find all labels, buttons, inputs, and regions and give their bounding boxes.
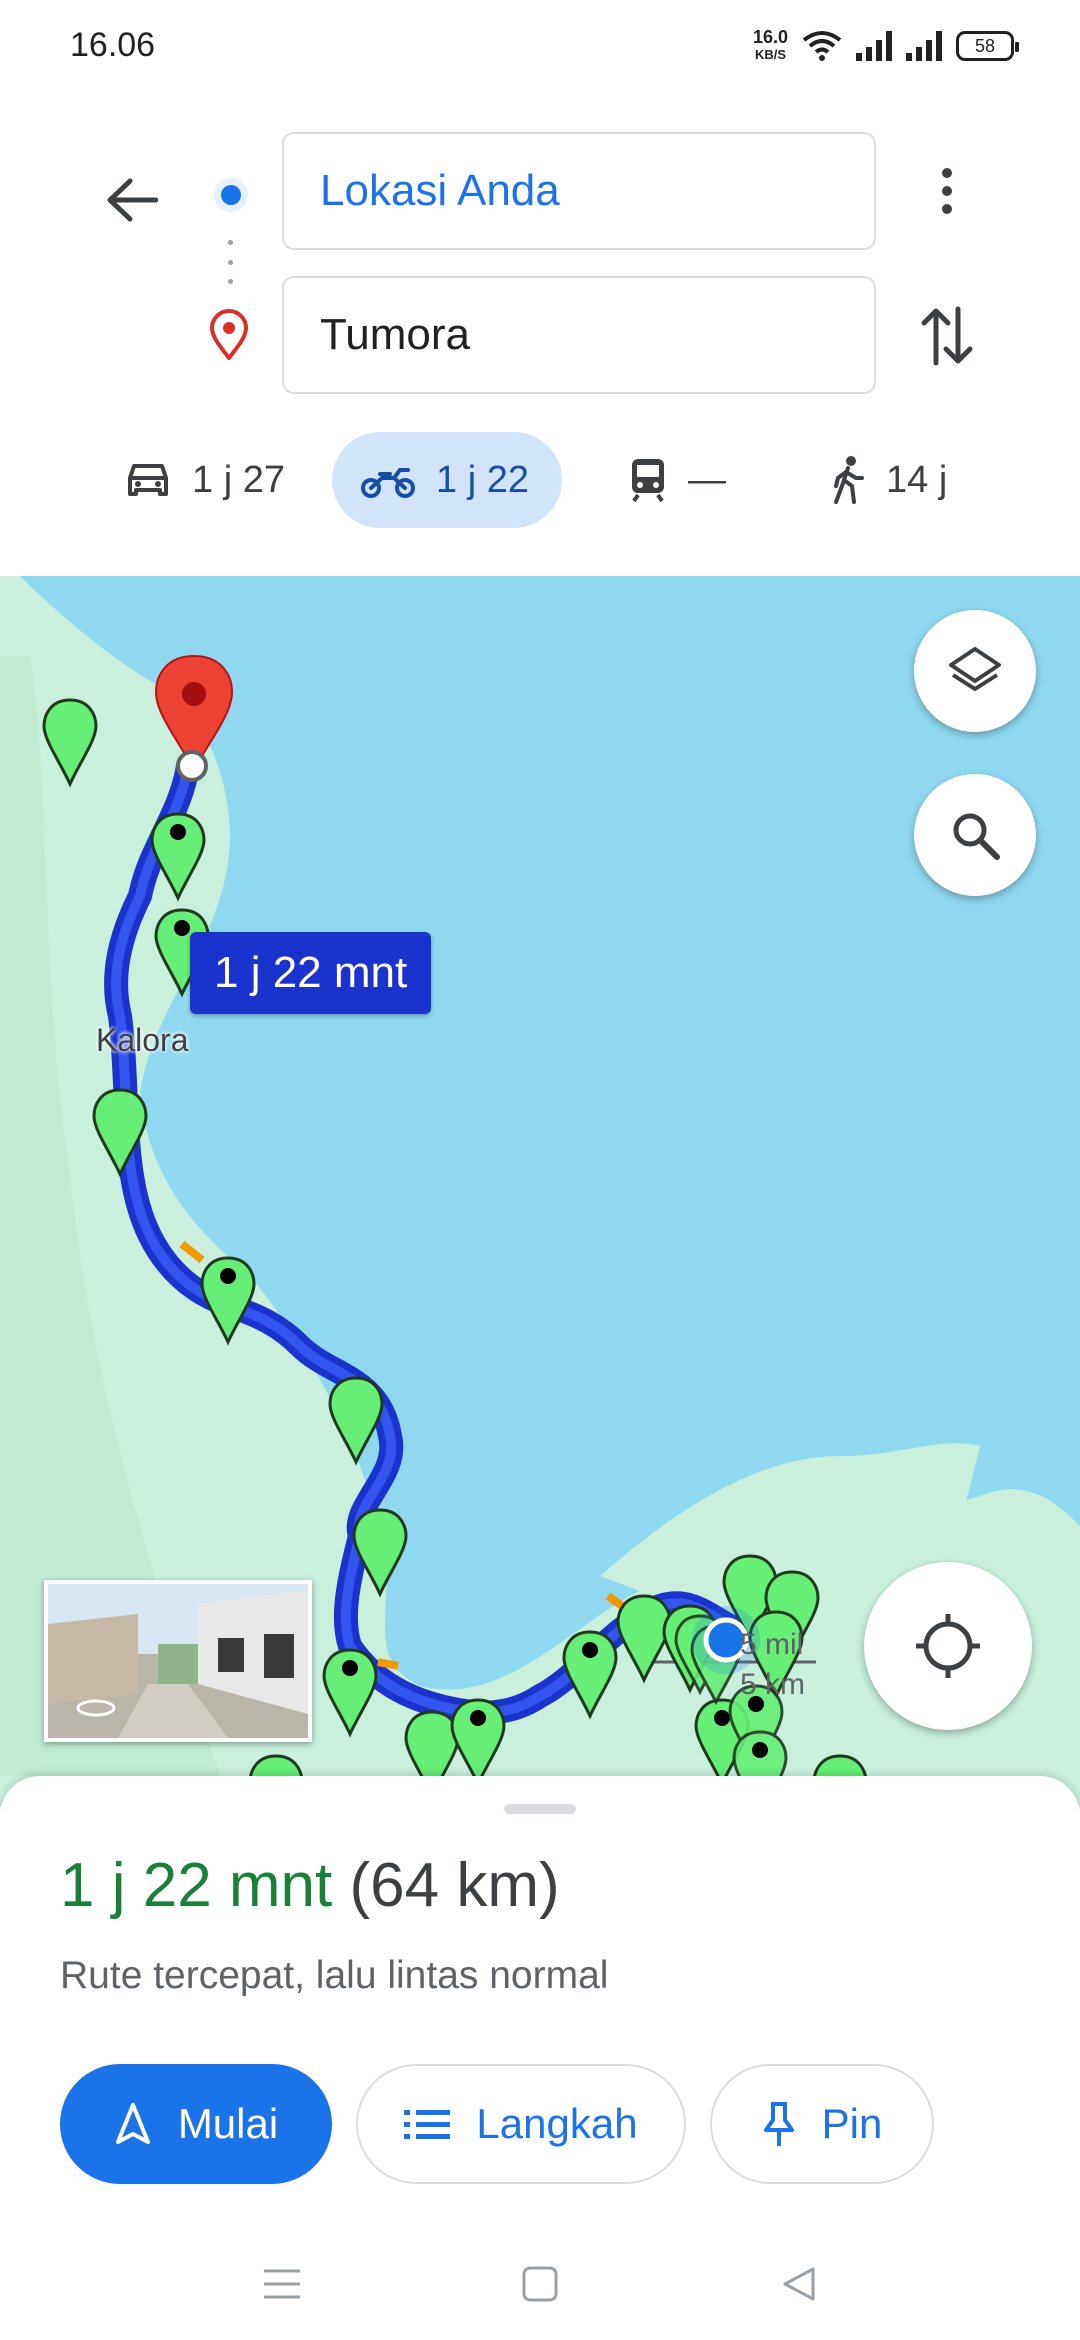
mode-car-tab[interactable]: 1 j 27: [96, 432, 313, 528]
signal-icon: [856, 31, 892, 61]
menu-nav-button[interactable]: [252, 2254, 312, 2314]
pin-icon: [763, 2102, 794, 2146]
pin-button[interactable]: Pin: [710, 2064, 934, 2184]
street-view-thumbnail[interactable]: [44, 1580, 312, 1742]
scale-miles: 5 mil: [740, 1628, 804, 1661]
crosshair-icon: [916, 1614, 980, 1678]
directions-header: Lokasi Anda Tumora 1 j 27 1 j 22 — 14 j: [0, 96, 1080, 576]
status-time: 16.06: [70, 26, 156, 64]
menu-icon: [264, 2269, 300, 2299]
map-search-button[interactable]: [914, 774, 1036, 896]
my-location-button[interactable]: [864, 1562, 1032, 1730]
route-dots-icon: [228, 240, 234, 284]
status-bar: 16.06 16.0 KB/S 58: [0, 0, 1080, 96]
home-nav-button[interactable]: [510, 2254, 570, 2314]
back-button[interactable]: [92, 160, 172, 240]
motorcycle-icon: [361, 468, 415, 498]
train-icon: [632, 459, 664, 503]
network-speed: 16.0 KB/S: [752, 27, 788, 62]
route-duration-label[interactable]: 1 j 22 mnt: [190, 932, 432, 1014]
back-nav-button[interactable]: [768, 2254, 828, 2314]
steps-button[interactable]: Langkah: [356, 2064, 686, 2184]
more-options-button[interactable]: [912, 156, 982, 226]
origin-dot-icon: [214, 178, 248, 212]
travel-modes: 1 j 27 1 j 22 — 14 j: [0, 432, 1080, 532]
place-label-kalora: Kalora: [96, 1022, 189, 1058]
arrow-back-icon: [107, 178, 158, 222]
destination-field[interactable]: Tumora: [282, 276, 876, 394]
signal-icon-2: [906, 31, 942, 61]
origin-field[interactable]: Lokasi Anda: [282, 132, 876, 250]
car-icon: [128, 464, 168, 496]
route-duration: 1 j 22 mnt: [60, 1851, 333, 1920]
route-description: Rute tercepat, lalu lintas normal: [60, 1954, 609, 1997]
walking-icon: [834, 456, 864, 504]
layers-icon: [949, 647, 1001, 691]
start-button[interactable]: Mulai: [60, 2064, 332, 2184]
destination-pin-icon: [209, 309, 249, 360]
sheet-drag-handle[interactable]: [504, 1804, 576, 1814]
status-icons: 16.0 KB/S 58: [752, 24, 1019, 68]
scale-km: 5 km: [740, 1668, 806, 1701]
battery-icon: 58: [956, 31, 1019, 61]
search-icon: [953, 813, 1000, 860]
system-nav-bar: [0, 2220, 1080, 2340]
mode-transit-tab[interactable]: —: [600, 432, 754, 528]
route-distance: (64 km): [349, 1851, 560, 1920]
layers-button[interactable]: [914, 610, 1036, 732]
navigation-arrow-icon: [115, 2103, 150, 2144]
swap-button[interactable]: [912, 296, 982, 376]
wifi-icon: [802, 31, 842, 61]
list-icon: [404, 2110, 451, 2139]
home-square-icon: [522, 2266, 558, 2302]
swap-vertical-icon: [921, 306, 973, 366]
route-bottom-sheet[interactable]: 1 j 22 mnt (64 km) Rute tercepat, lalu l…: [0, 1776, 1080, 2340]
route-summary: 1 j 22 mnt (64 km): [60, 1850, 560, 1921]
mode-walk-tab[interactable]: 14 j: [802, 432, 975, 528]
map-view[interactable]: 1 j 22 mnt Kalora 5 mil 5 km: [0, 576, 1080, 1806]
back-triangle-icon: [783, 2267, 815, 2301]
mode-motorcycle-tab[interactable]: 1 j 22: [332, 432, 562, 528]
street-view-image: [48, 1584, 308, 1738]
